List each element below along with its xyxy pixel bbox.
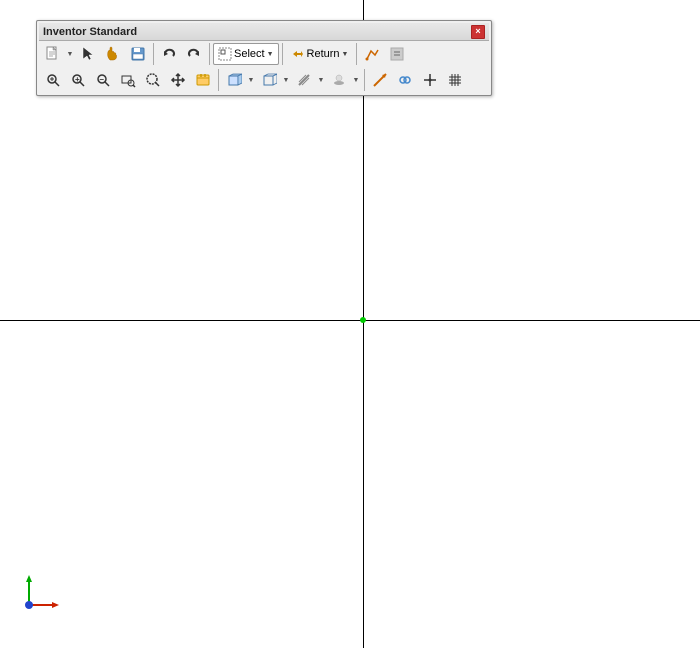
properties-icon	[389, 46, 405, 62]
ray-button[interactable]	[368, 69, 392, 91]
pan-button[interactable]	[166, 69, 190, 91]
select-cursor-icon	[80, 46, 96, 62]
chain-button[interactable]	[393, 69, 417, 91]
sep-1	[153, 43, 154, 65]
grid-icon	[447, 72, 463, 88]
select-dropdown-button[interactable]: Select ▼	[213, 43, 279, 65]
svg-text:+: +	[75, 75, 80, 84]
return-button[interactable]: Return ▼	[286, 43, 354, 65]
grid-button[interactable]	[443, 69, 467, 91]
box2-button-arrow[interactable]: ▼	[281, 69, 291, 91]
ground-icon	[331, 72, 347, 88]
new-button-arrow[interactable]: ▼	[65, 43, 75, 65]
zoom-in-button[interactable]: +	[66, 69, 90, 91]
redo-button[interactable]	[182, 43, 206, 65]
zoom-selected-button[interactable]	[141, 69, 165, 91]
select-dropdown-group: Select ▼	[213, 43, 279, 65]
sep-4	[356, 43, 357, 65]
center-button[interactable]	[418, 69, 442, 91]
zoom-window-icon	[120, 72, 136, 88]
slash-btn-group: ▼	[292, 69, 326, 91]
undo-button[interactable]	[157, 43, 181, 65]
ray-icon	[372, 72, 388, 88]
sep-6	[364, 69, 365, 91]
new-button[interactable]	[41, 43, 65, 65]
axis-intersection-dot	[360, 317, 366, 323]
shadow-button-arrow[interactable]: ▼	[316, 69, 326, 91]
new-icon	[45, 46, 61, 62]
toolbar-close-button[interactable]: ×	[471, 25, 485, 39]
sketch-icon	[364, 46, 380, 62]
box2-button[interactable]	[257, 69, 281, 91]
sketch-button[interactable]	[360, 43, 384, 65]
undo-icon	[161, 46, 177, 62]
center-icon	[422, 72, 438, 88]
axis-indicator	[14, 570, 64, 620]
box-icon	[226, 72, 242, 88]
box2-icon	[261, 72, 277, 88]
toolbar-row-1: ▼	[39, 41, 489, 67]
return-icon	[291, 47, 305, 61]
redo-icon	[186, 46, 202, 62]
dots-btn-group: ▼	[327, 69, 361, 91]
zoom-out-button[interactable]: –	[91, 69, 115, 91]
zoom-fit-icon	[45, 72, 61, 88]
box-button-arrow[interactable]: ▼	[246, 69, 256, 91]
select-dropdown-arrow: ▼	[267, 51, 274, 58]
select-button-label: Select	[234, 48, 265, 60]
toolbar-panel: Inventor Standard × ▼	[36, 20, 492, 96]
toolbar-title: Inventor Standard	[43, 26, 137, 38]
zoom-selected-icon	[145, 72, 161, 88]
dots-button-arrow[interactable]: ▼	[351, 69, 361, 91]
sep-3	[282, 43, 283, 65]
view-button[interactable]	[191, 69, 215, 91]
svg-text:–: –	[100, 75, 105, 84]
save-icon	[130, 46, 146, 62]
toolbar-title-bar: Inventor Standard ×	[39, 23, 489, 41]
box-btn-group: ▼	[222, 69, 256, 91]
save-button[interactable]	[126, 43, 150, 65]
hand-icon	[105, 46, 121, 62]
sep-5	[218, 69, 219, 91]
box-button[interactable]	[222, 69, 246, 91]
zoom-out-icon: –	[95, 72, 111, 88]
view-icon	[195, 72, 211, 88]
select-cursor-button[interactable]	[76, 43, 100, 65]
sep-2	[209, 43, 210, 65]
canvas-area	[0, 0, 700, 648]
return-dropdown-arrow: ▼	[342, 51, 349, 58]
zoom-fit-button[interactable]	[41, 69, 65, 91]
zoom-in-icon: +	[70, 72, 86, 88]
ground-button[interactable]	[327, 69, 351, 91]
hand-button[interactable]	[101, 43, 125, 65]
new-btn-group: ▼	[41, 43, 75, 65]
shadow-button[interactable]	[292, 69, 316, 91]
gray-button[interactable]	[385, 43, 409, 65]
zoom-window-button[interactable]	[116, 69, 140, 91]
pan-icon	[170, 72, 186, 88]
horizontal-axis-line	[0, 320, 700, 321]
chain-icon	[397, 72, 413, 88]
select-box-icon	[218, 47, 232, 61]
vertical-axis-line	[363, 0, 364, 648]
shadow-icon	[296, 72, 312, 88]
return-button-label: Return	[307, 48, 340, 60]
box2-btn-group: ▼	[257, 69, 291, 91]
toolbar-row-2: + –	[39, 67, 489, 93]
